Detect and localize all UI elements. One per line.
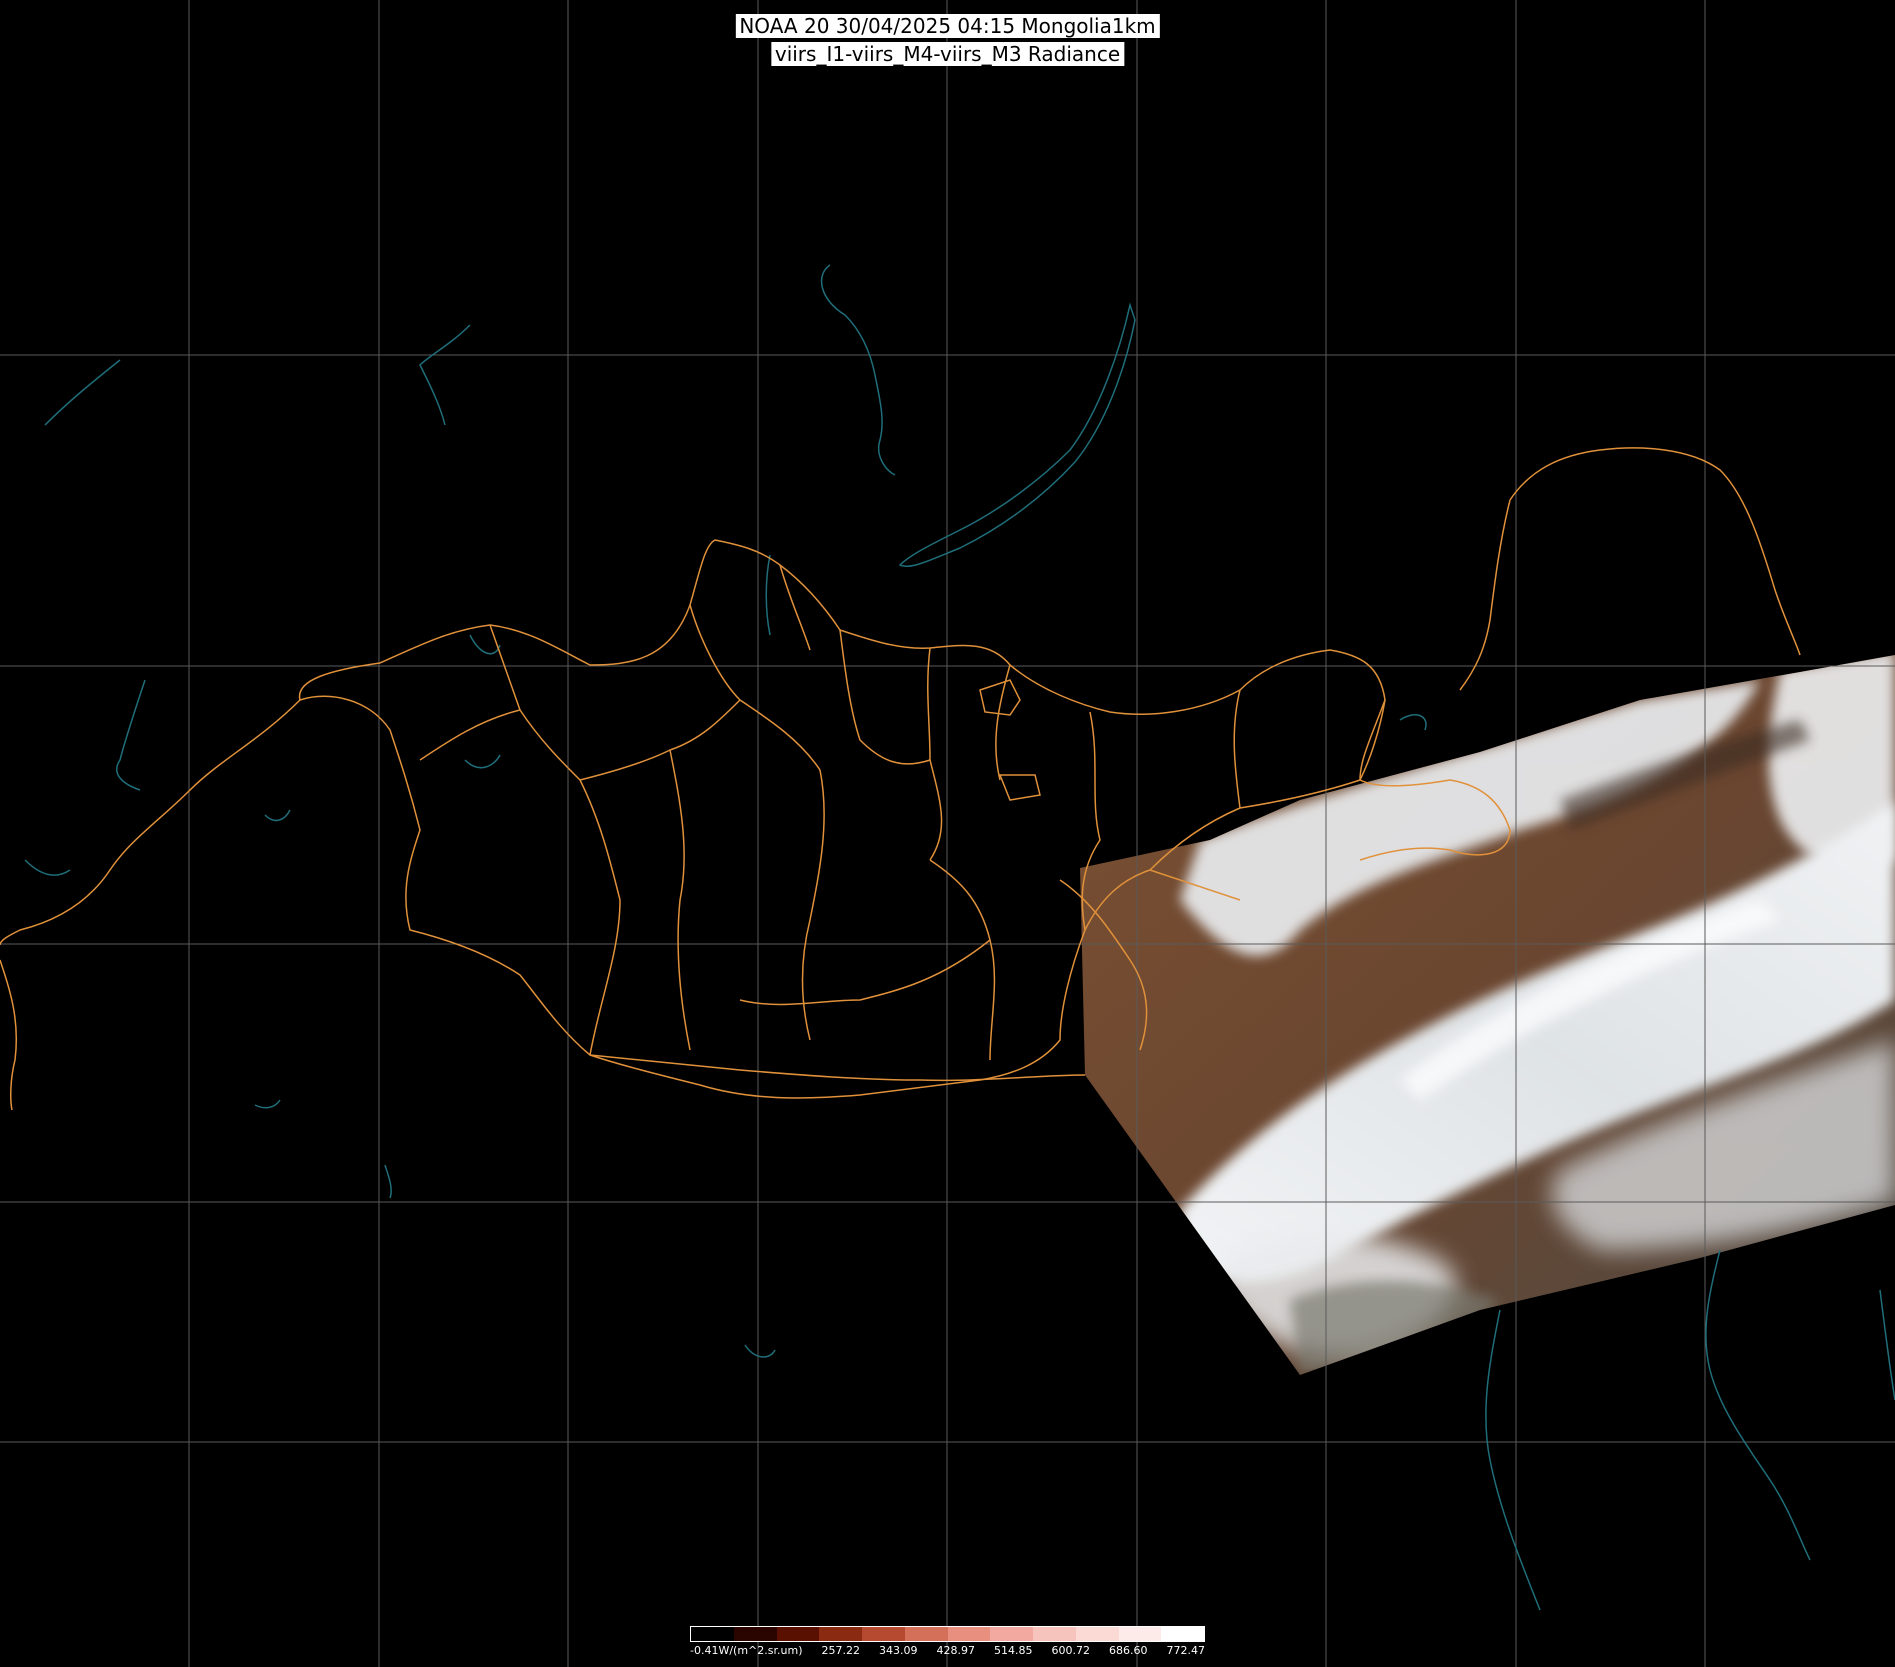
lake-northwest	[44, 359, 121, 426]
far-east-coast	[1879, 1289, 1895, 1401]
river-northwest	[419, 324, 471, 426]
colorbar-strip	[690, 1626, 1205, 1642]
colorbar-legend: -0.41W/(m^2.sr.um) 257.22 343.09 428.97 …	[690, 1626, 1205, 1667]
satellite-map	[0, 0, 1895, 1667]
lake-west	[116, 679, 146, 791]
colorbar-segment	[947, 1627, 991, 1641]
province-line-9	[579, 779, 621, 1056]
northeast-border	[1509, 447, 1801, 656]
colorbar-tick: 343.09	[878, 1644, 918, 1657]
colorbar-tick: 257.22	[821, 1644, 860, 1657]
province-line-3	[689, 604, 821, 771]
korea-coast	[1705, 1249, 1811, 1561]
lake-khanka	[1399, 714, 1427, 731]
lake-small-2	[24, 859, 71, 876]
province-inner-box-2	[998, 774, 1041, 801]
province-line-7	[1233, 689, 1241, 809]
colorbar-segment	[776, 1627, 820, 1641]
colorbar-labels: -0.41W/(m^2.sr.um) 257.22 343.09 428.97 …	[690, 1644, 1205, 1658]
colorbar-tick: 428.97	[936, 1644, 975, 1657]
province-line-4	[839, 629, 931, 765]
colorbar-tick: 686.60	[1108, 1644, 1148, 1657]
colorbar-segment	[1075, 1627, 1119, 1641]
colorbar-segment	[691, 1627, 734, 1641]
east-asia-coast	[1485, 1309, 1541, 1611]
colorbar-segment	[1161, 1627, 1204, 1641]
colorbar-segment	[1118, 1627, 1162, 1641]
lake-uvs	[469, 634, 501, 655]
province-line-8	[419, 709, 521, 761]
haze-area-southwest	[1290, 1281, 1500, 1375]
title-line-2: viirs_I1-viirs_M4-viirs_M3 Radiance	[770, 42, 1125, 66]
colorbar-segment	[819, 1627, 862, 1641]
province-line-10	[669, 749, 691, 1051]
satellite-swath-image	[1080, 655, 1895, 1375]
lake-baikal	[898, 302, 1136, 568]
northeast-border-2	[1459, 499, 1511, 691]
province-line-11	[801, 769, 825, 1041]
colorbar-segment	[862, 1627, 905, 1641]
lake-small-1	[264, 809, 291, 822]
province-line-1	[489, 624, 581, 781]
lake-khyargas	[464, 754, 501, 769]
colorbar-unit-label: -0.41W/(m^2.sr.um)	[690, 1644, 803, 1657]
colorbar-tick: 600.72	[1051, 1644, 1090, 1657]
colorbar-segment	[1033, 1627, 1076, 1641]
western-border	[0, 699, 301, 946]
lake-small-3	[254, 1099, 281, 1109]
colorbar-segment	[904, 1627, 948, 1641]
province-inner-box	[979, 679, 1021, 716]
lake-small-5	[744, 1344, 776, 1358]
province-line-5	[927, 647, 943, 861]
colorbar-segment	[990, 1627, 1033, 1641]
lake-khovsgol	[765, 554, 771, 636]
lake-small-4	[384, 1164, 392, 1199]
river-north	[820, 264, 896, 476]
colorbar-segment	[733, 1627, 777, 1641]
western-border-2	[0, 959, 18, 1111]
province-line-2	[579, 699, 741, 781]
province-line-13	[739, 939, 991, 1006]
colorbar-tick: 772.47	[1166, 1644, 1205, 1657]
title-line-1: NOAA 20 30/04/2025 04:15 Mongolia1km	[735, 14, 1160, 38]
colorbar-tick: 514.85	[993, 1644, 1033, 1657]
